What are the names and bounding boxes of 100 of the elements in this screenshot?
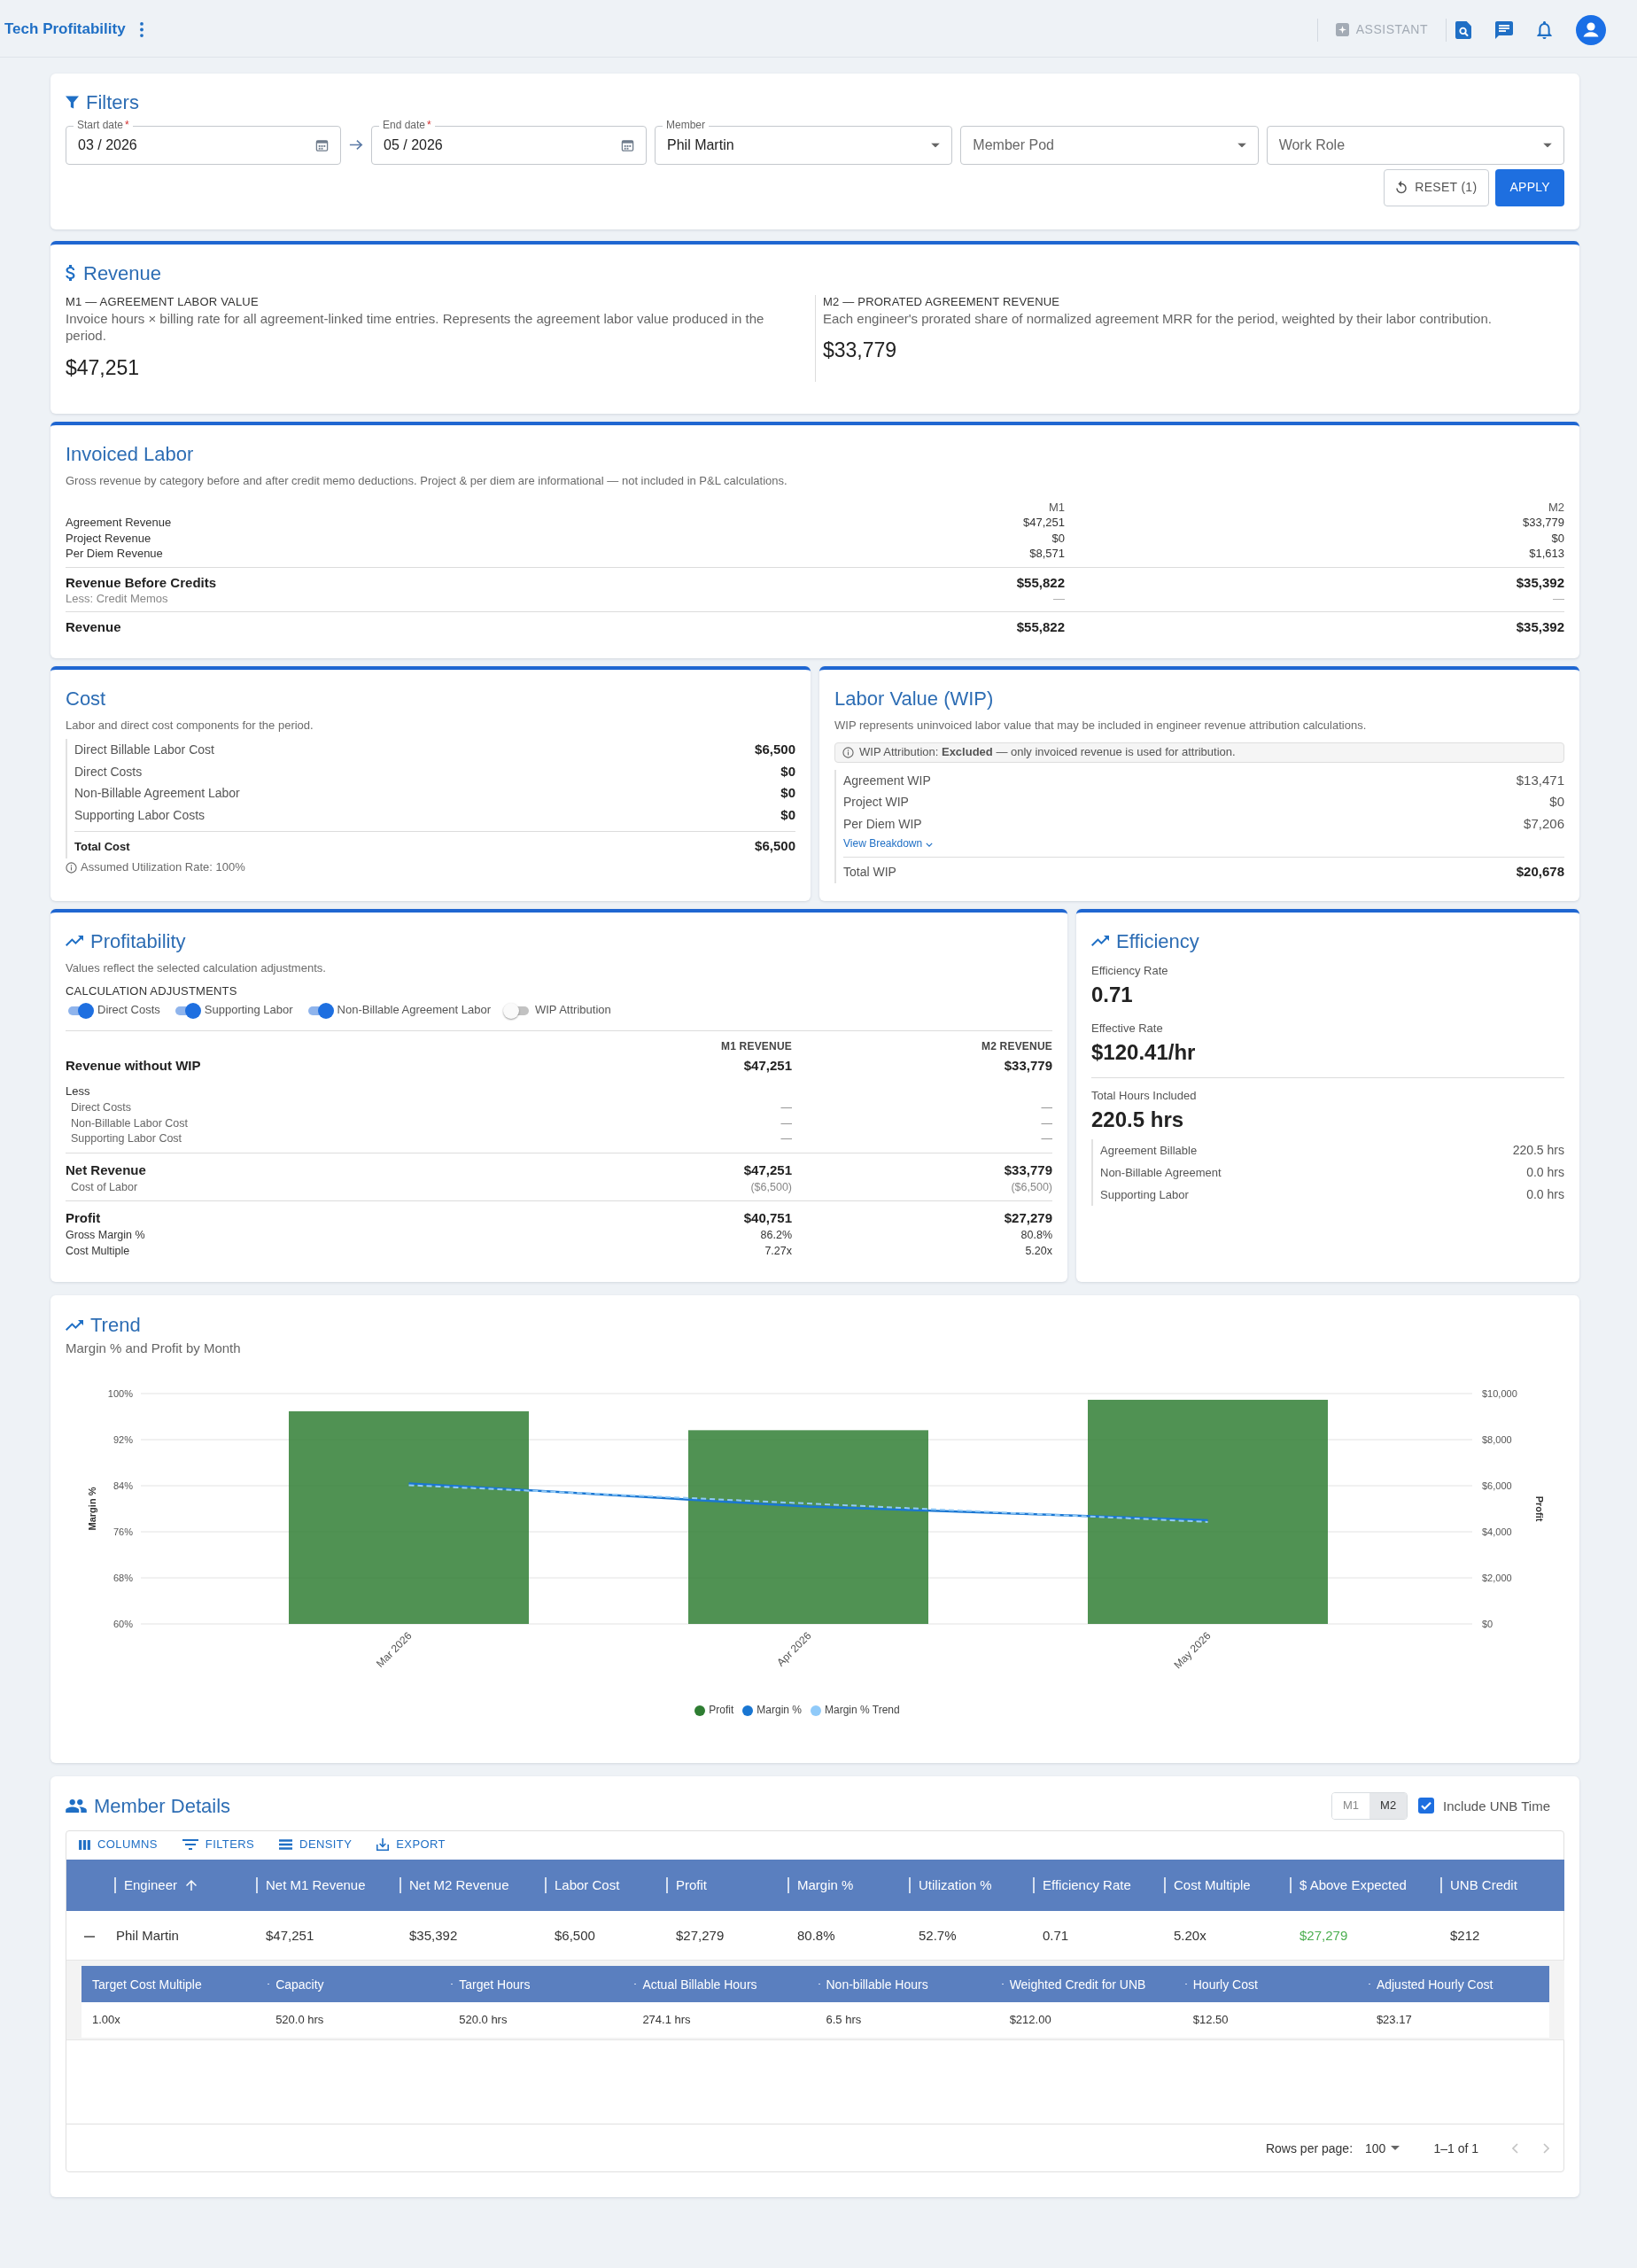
column-header[interactable]: Utilization % bbox=[906, 1859, 1030, 1911]
column-header[interactable]: Cost Multiple bbox=[1161, 1859, 1287, 1911]
card-title: Filters bbox=[86, 90, 139, 115]
more-icon[interactable] bbox=[139, 22, 144, 37]
column-header[interactable]: Target Hours bbox=[448, 1966, 632, 2003]
amount-text: — bbox=[780, 1115, 792, 1131]
table-cell: $23.17 bbox=[1365, 2002, 1549, 2039]
row-label: Net Revenue bbox=[66, 1161, 147, 1179]
amount-text: ($6,500) bbox=[1010, 1179, 1052, 1195]
density-button[interactable]: DENSITY bbox=[279, 1833, 353, 1856]
amount-text: $0 bbox=[1051, 530, 1065, 547]
row-label: Project WIP bbox=[843, 794, 909, 812]
card-title: Member Details bbox=[94, 1793, 231, 1819]
column-header[interactable]: Target Cost Multiple bbox=[81, 1966, 266, 2003]
toggle-label: WIP Attribution bbox=[535, 1003, 611, 1019]
column-header[interactable]: Non-billable Hours bbox=[815, 1966, 999, 2003]
sparkle-icon bbox=[1335, 23, 1349, 36]
axis-tick-label: 60% bbox=[112, 1619, 133, 1630]
card-subtitle: Margin % and Profit by Month bbox=[66, 1339, 242, 1357]
amount-text: $20,678 bbox=[1516, 863, 1564, 882]
card-description: Labor and direct cost components for the period. bbox=[66, 718, 314, 734]
axis-title: Margin % bbox=[87, 1487, 97, 1531]
column-header[interactable]: Hourly Cost bbox=[1182, 1966, 1366, 2003]
column-header[interactable]: Engineer bbox=[112, 1859, 253, 1911]
table-cell: 6.5 hrs bbox=[815, 2002, 999, 2039]
dollar-icon bbox=[66, 265, 76, 282]
column-header: M2 bbox=[1547, 500, 1564, 516]
reset-button[interactable]: RESET (1) bbox=[1384, 168, 1490, 206]
column-header[interactable]: Efficiency Rate bbox=[1030, 1859, 1161, 1911]
amount-text: $35,392 bbox=[1515, 574, 1564, 591]
column-header[interactable]: Margin % bbox=[785, 1859, 906, 1911]
toggle-label: Direct Costs bbox=[97, 1003, 160, 1019]
calendar-icon[interactable] bbox=[621, 138, 634, 151]
row-label: Cost Multiple bbox=[66, 1243, 131, 1259]
page-size-select[interactable]: 100 bbox=[1365, 2140, 1400, 2156]
amount-text: $47,251 bbox=[742, 1161, 792, 1179]
amount-text: $47,251 bbox=[1022, 515, 1065, 531]
table-cell: 52.7% bbox=[906, 1910, 1030, 1961]
section-label: CALCULATION ADJUSTMENTS bbox=[66, 983, 238, 999]
bell-icon[interactable] bbox=[1537, 20, 1552, 39]
table-cell: 0.71 bbox=[1030, 1910, 1161, 1961]
row-label: Revenue without WIP bbox=[66, 1057, 202, 1076]
reset-icon bbox=[1396, 181, 1408, 194]
apply-button[interactable]: APPLY bbox=[1495, 168, 1564, 206]
people-icon bbox=[66, 1798, 87, 1813]
calendar-icon[interactable] bbox=[315, 138, 329, 151]
columns-button[interactable]: COLUMNS bbox=[79, 1833, 158, 1856]
amount-text: $6,500 bbox=[755, 837, 795, 856]
card-title: Labor Value (WIP) bbox=[834, 686, 994, 711]
info-icon bbox=[66, 861, 77, 874]
trending-up-icon bbox=[66, 936, 83, 947]
chat-icon[interactable] bbox=[1495, 20, 1513, 39]
amount-text: $0 bbox=[780, 784, 795, 803]
column-header[interactable]: Weighted Credit for UNB bbox=[998, 1966, 1183, 2003]
amount-text: $33,779 bbox=[1522, 515, 1564, 531]
row-label: Direct Costs bbox=[74, 763, 143, 781]
arrow-right-icon bbox=[349, 139, 363, 151]
caret-down-icon bbox=[1543, 143, 1552, 147]
column-header[interactable]: UNB Credit bbox=[1438, 1859, 1564, 1911]
card-title: Invoiced Labor bbox=[66, 441, 194, 467]
amount-text: ($6,500) bbox=[749, 1179, 792, 1195]
column-header bbox=[66, 1859, 112, 1911]
dropdown-field[interactable]: Work Role bbox=[1266, 125, 1564, 165]
amount-text: $55,822 bbox=[1015, 574, 1065, 591]
note-text: Assumed Utilization Rate: 100% bbox=[81, 859, 245, 875]
column-header[interactable]: Adjusted Hourly Cost bbox=[1365, 1966, 1549, 2003]
metric-label: Efficiency Rate bbox=[1091, 964, 1169, 979]
info-icon bbox=[842, 747, 854, 758]
column-header[interactable]: Net M1 Revenue bbox=[253, 1859, 397, 1911]
row-label: Total WIP bbox=[843, 864, 896, 882]
amount-text: — bbox=[1552, 590, 1564, 606]
amount-text: 7.27x bbox=[764, 1243, 792, 1259]
filter-lines-icon bbox=[182, 1839, 198, 1851]
row-label: Project Revenue bbox=[66, 530, 152, 547]
view-breakdown-link[interactable]: View Breakdown bbox=[843, 837, 934, 852]
avatar-icon[interactable] bbox=[1576, 14, 1606, 45]
amount-text: 0.0 hrs bbox=[1526, 1163, 1564, 1181]
card-title: Revenue bbox=[83, 260, 162, 285]
table-cell: 1.00x bbox=[81, 2002, 266, 2039]
export-button[interactable]: EXPORT bbox=[376, 1833, 446, 1856]
metric-value: 0.71 bbox=[1091, 981, 1134, 1008]
amount-text: $0 bbox=[1550, 530, 1564, 547]
legend-label: Profit bbox=[709, 1704, 734, 1718]
search-document-icon[interactable] bbox=[1455, 20, 1471, 39]
column-header[interactable]: Net M2 Revenue bbox=[397, 1859, 542, 1911]
filters-button[interactable]: FILTERS bbox=[182, 1833, 255, 1856]
column-header[interactable]: Capacity bbox=[265, 1966, 449, 2003]
column-header[interactable]: Profit bbox=[663, 1859, 785, 1911]
metric-toggle-button[interactable]: M2 bbox=[1369, 1793, 1408, 1819]
checkbox[interactable] bbox=[1418, 1798, 1435, 1814]
dropdown-field[interactable]: Member Pod bbox=[960, 125, 1259, 165]
row-label: Non-Billable Agreement Labor bbox=[74, 785, 240, 803]
amount-text: 86.2% bbox=[759, 1228, 792, 1244]
column-header[interactable]: Labor Cost bbox=[542, 1859, 663, 1911]
columns-icon bbox=[79, 1839, 90, 1850]
column-header[interactable]: $ Above Expected bbox=[1287, 1859, 1438, 1911]
table-cell: $212.00 bbox=[998, 2002, 1183, 2039]
pager-label: Rows per page: bbox=[1265, 2140, 1354, 2156]
column-header[interactable]: Actual Billable Hours bbox=[632, 1966, 816, 2003]
row-label: Less bbox=[66, 1084, 91, 1100]
